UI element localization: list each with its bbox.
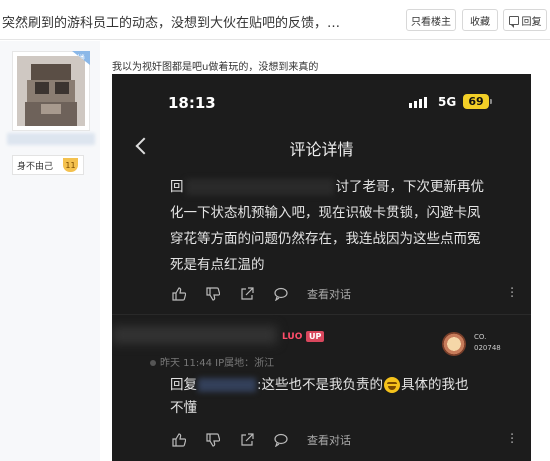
avatar-pixel: [55, 82, 69, 94]
thumbs-up-icon: [168, 286, 190, 302]
signal-icon: [409, 97, 427, 108]
avatar-pixel: [31, 64, 71, 80]
comment1-line3: 穿花等方面的问题仍然存在，我连战因为这些点而冤: [170, 231, 481, 247]
comment1-line4: 死是有点红温的: [170, 257, 265, 273]
fan-badge-avatar: [442, 332, 466, 356]
avatar-pixel: [41, 104, 61, 114]
redacted-mention: [198, 378, 256, 392]
level-name: 身不由己: [17, 161, 54, 172]
battery-tip: [490, 99, 492, 104]
reply-button-label: 回复: [521, 16, 542, 28]
comment1-line2: 化一下状态机预输入吧，现在识破卡贯锁，闪避卡凤: [170, 205, 481, 221]
comment-reply: 回复 :这些也不是我负责的 具体的我也 不懂: [170, 374, 522, 420]
author-avatar-frame[interactable]: 楼: [12, 51, 90, 131]
reply-icon: [508, 15, 519, 28]
comment1-actions: 查看对话: [168, 286, 351, 302]
laughing-emoji-icon: [384, 377, 401, 393]
view-thread-link[interactable]: 查看对话: [307, 432, 351, 448]
fan-line2: 020748: [474, 344, 501, 352]
reply-prefix: 回复: [170, 377, 197, 393]
redacted-username: [112, 326, 277, 344]
battery-icon: 69: [463, 94, 489, 109]
avatar-dot: [150, 360, 156, 366]
thumbs-up-icon: [168, 432, 190, 448]
reply-meta: 昨天 11:44 IP属地：浙江: [150, 354, 274, 369]
reply-meta-text: 昨天 11:44 IP属地：浙江: [160, 358, 275, 369]
thumbs-down-icon: [202, 432, 224, 448]
reply-text3: 不懂: [170, 400, 197, 416]
post-title: 突然刷到的游科员工的动态，没想到大伙在贴吧的反馈，…: [2, 16, 341, 31]
avatar[interactable]: [17, 56, 85, 126]
network-type: 5G: [438, 95, 457, 109]
view-thread-link[interactable]: 查看对话: [307, 286, 351, 302]
level-badge-icon: 11: [63, 158, 79, 172]
user-tag-luo: LUO: [282, 332, 303, 342]
author-level[interactable]: 身不由己 11: [12, 155, 84, 175]
post-caption: 我以为视奸图都是吧u做着玩的，没想到来真的: [112, 62, 319, 73]
comment1-prefix: 回: [170, 179, 184, 195]
reply-button[interactable]: 回复: [503, 9, 547, 31]
comment2-actions: 查看对话: [168, 432, 351, 448]
only-op-button[interactable]: 只看楼主: [406, 9, 456, 31]
favorite-button[interactable]: 收藏: [462, 9, 498, 31]
author-name-redacted[interactable]: [7, 133, 95, 145]
comment-divider: [112, 314, 531, 315]
avatar-pixel: [35, 82, 49, 94]
comment-bubble-icon: [270, 286, 292, 302]
fan-badge-text: CO. 020748: [474, 332, 501, 354]
reply-text1: :这些也不是我负责的: [257, 377, 384, 393]
reply-text2: 具体的我也: [401, 377, 469, 393]
comment-bubble-icon: [270, 432, 292, 448]
comment-original: 回 讨了老哥，下次更新再优 化一下状态机预输入吧，现在识破卡贯锁，闪避卡凤 穿花等…: [170, 174, 522, 278]
share-icon: [236, 286, 258, 302]
more-icon: · · ·: [510, 428, 515, 451]
redacted-mention: [185, 179, 334, 195]
user-tag-up: UP: [306, 331, 325, 342]
comment1-line1: 讨了老哥，下次更新再优: [335, 179, 485, 195]
embedded-phone-screenshot[interactable]: 18:13 5G 69 评论详情 回 讨了老哥，下次更新再优 化一下状态机预输入吧…: [112, 74, 531, 461]
status-time: 18:13: [168, 94, 216, 112]
comment-detail-title: 评论详情: [289, 140, 354, 159]
share-icon: [236, 432, 258, 448]
more-icon: · · ·: [510, 282, 515, 305]
author-column: 楼 身不由己 11: [0, 41, 100, 461]
post-header-bar: 突然刷到的游科员工的动态，没想到大伙在贴吧的反馈，… 只看楼主 收藏 回复: [0, 0, 550, 40]
fan-line1: CO.: [474, 333, 487, 341]
thumbs-down-icon: [202, 286, 224, 302]
